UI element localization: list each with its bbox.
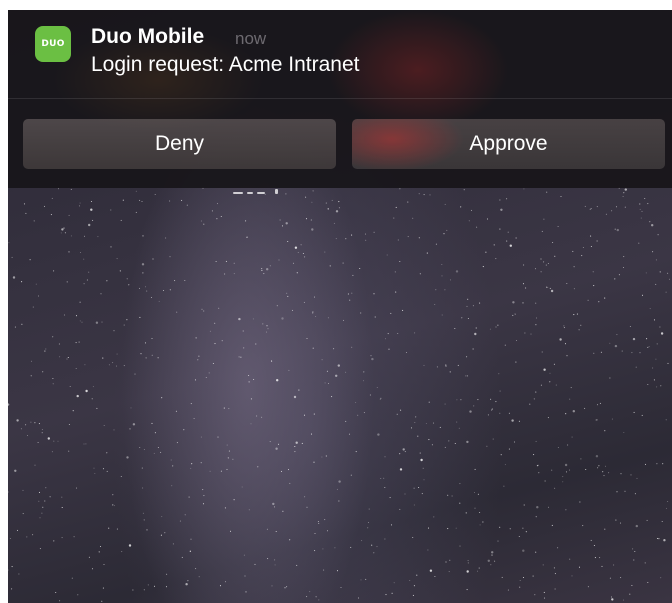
deny-button[interactable]: Deny	[23, 119, 336, 169]
lock-screen: DUO Duo Mobile now Login request: Acme I…	[8, 10, 672, 603]
divider	[8, 98, 672, 99]
app-name: Duo Mobile	[91, 25, 205, 48]
duo-icon-text: DUO	[41, 39, 65, 49]
notification-message: Login request: Acme Intranet	[91, 53, 360, 76]
approve-button[interactable]: Approve	[352, 119, 665, 169]
notification-banner[interactable]: DUO Duo Mobile now Login request: Acme I…	[8, 10, 672, 188]
duo-app-icon: DUO	[35, 26, 71, 62]
obscured-text	[233, 188, 293, 194]
notification-time: now	[235, 29, 267, 48]
